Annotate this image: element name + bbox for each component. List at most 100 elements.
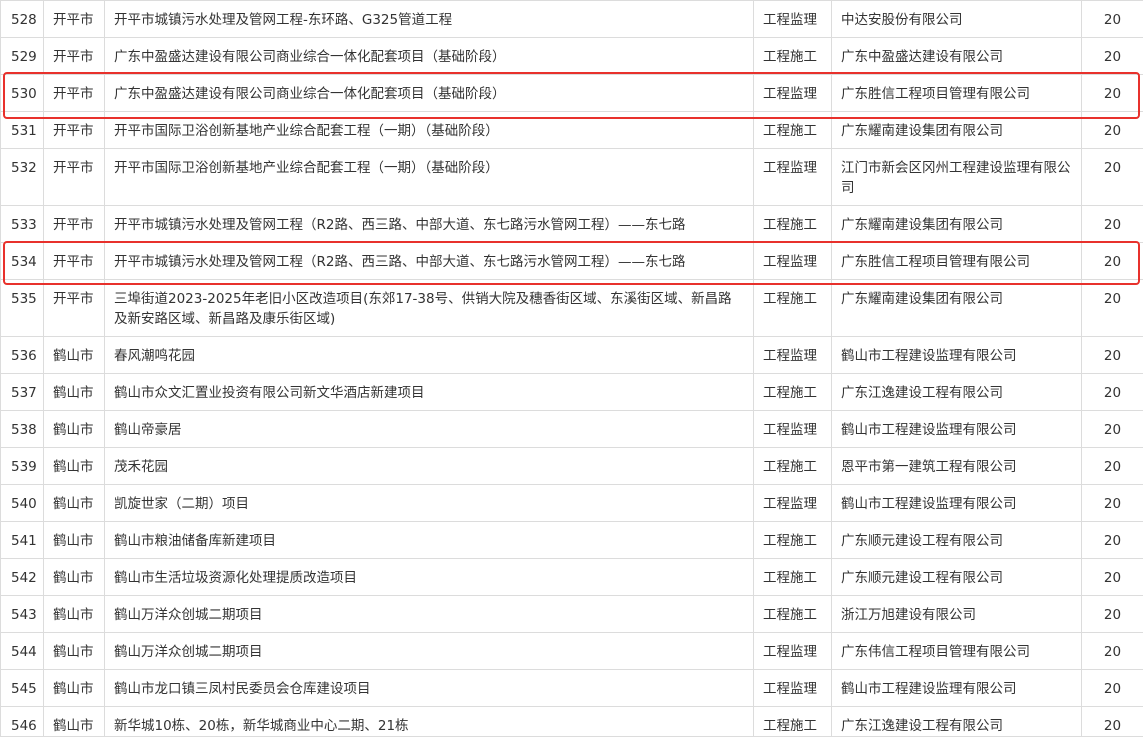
company-cell: 恩平市第一建筑工程有限公司 — [832, 448, 1082, 485]
score-cell: 20 — [1082, 243, 1143, 280]
company-cell: 广东耀南建设集团有限公司 — [832, 206, 1082, 243]
city-cell: 开平市 — [44, 112, 105, 149]
work-type-cell: 工程监理 — [754, 243, 832, 280]
score-cell: 20 — [1082, 411, 1143, 448]
score-cell: 20 — [1082, 38, 1143, 75]
work-type-cell: 工程监理 — [754, 1, 832, 38]
city-cell: 开平市 — [44, 243, 105, 280]
row-number-cell: 535 — [1, 280, 44, 337]
company-cell: 广东中盈盛达建设有限公司 — [832, 38, 1082, 75]
row-number-cell: 534 — [1, 243, 44, 280]
project-name-cell: 三埠街道2023-2025年老旧小区改造项目(东郊17-38号、供销大院及穗香街… — [105, 280, 754, 337]
company-cell: 广东伟信工程项目管理有限公司 — [832, 633, 1082, 670]
table-row: 539鹤山市茂禾花园工程施工恩平市第一建筑工程有限公司20 — [1, 448, 1143, 485]
row-number-cell: 543 — [1, 596, 44, 633]
row-number-cell: 545 — [1, 670, 44, 707]
score-cell: 20 — [1082, 670, 1143, 707]
table-row: 531开平市开平市国际卫浴创新基地产业综合配套工程（一期）（基础阶段）工程施工广… — [1, 112, 1143, 149]
city-cell: 开平市 — [44, 149, 105, 206]
work-type-cell: 工程施工 — [754, 38, 832, 75]
project-name-cell: 新华城10栋、20栋，新华城商业中心二期、21栋 — [105, 707, 754, 737]
row-number-cell: 540 — [1, 485, 44, 522]
city-cell: 鹤山市 — [44, 670, 105, 707]
project-name-cell: 春风潮鸣花园 — [105, 337, 754, 374]
project-name-cell: 鹤山市众文汇置业投资有限公司新文华酒店新建项目 — [105, 374, 754, 411]
row-number-cell: 530 — [1, 75, 44, 112]
work-type-cell: 工程施工 — [754, 707, 832, 737]
city-cell: 鹤山市 — [44, 596, 105, 633]
project-name-cell: 鹤山帝豪居 — [105, 411, 754, 448]
table-row: 535开平市三埠街道2023-2025年老旧小区改造项目(东郊17-38号、供销… — [1, 280, 1143, 337]
score-cell: 20 — [1082, 337, 1143, 374]
city-cell: 鹤山市 — [44, 411, 105, 448]
row-number-cell: 539 — [1, 448, 44, 485]
work-type-cell: 工程监理 — [754, 337, 832, 374]
table-row: 546鹤山市新华城10栋、20栋，新华城商业中心二期、21栋工程施工广东江逸建设… — [1, 707, 1143, 737]
row-number-cell: 529 — [1, 38, 44, 75]
row-number-cell: 541 — [1, 522, 44, 559]
work-type-cell: 工程施工 — [754, 374, 832, 411]
work-type-cell: 工程监理 — [754, 633, 832, 670]
project-name-cell: 广东中盈盛达建设有限公司商业综合一体化配套项目（基础阶段） — [105, 38, 754, 75]
table-row: 541鹤山市鹤山市粮油储备库新建项目工程施工广东顺元建设工程有限公司20 — [1, 522, 1143, 559]
city-cell: 鹤山市 — [44, 448, 105, 485]
work-type-cell: 工程监理 — [754, 670, 832, 707]
score-cell: 20 — [1082, 75, 1143, 112]
project-name-cell: 鹤山万洋众创城二期项目 — [105, 633, 754, 670]
city-cell: 鹤山市 — [44, 559, 105, 596]
score-cell: 20 — [1082, 596, 1143, 633]
company-cell: 鹤山市工程建设监理有限公司 — [832, 411, 1082, 448]
company-cell: 广东江逸建设工程有限公司 — [832, 374, 1082, 411]
table-row: 536鹤山市春风潮鸣花园工程监理鹤山市工程建设监理有限公司20 — [1, 337, 1143, 374]
records-table: 528开平市开平市城镇污水处理及管网工程-东环路、G325管道工程工程监理中达安… — [0, 0, 1143, 737]
table-row: 532开平市开平市国际卫浴创新基地产业综合配套工程（一期）（基础阶段）工程监理江… — [1, 149, 1143, 206]
row-number-cell: 531 — [1, 112, 44, 149]
company-cell: 广东顺元建设工程有限公司 — [832, 559, 1082, 596]
score-cell: 20 — [1082, 280, 1143, 337]
table-row: 537鹤山市鹤山市众文汇置业投资有限公司新文华酒店新建项目工程施工广东江逸建设工… — [1, 374, 1143, 411]
score-cell: 20 — [1082, 633, 1143, 670]
project-name-cell: 广东中盈盛达建设有限公司商业综合一体化配套项目（基础阶段） — [105, 75, 754, 112]
company-cell: 广东胜信工程项目管理有限公司 — [832, 75, 1082, 112]
work-type-cell: 工程监理 — [754, 149, 832, 206]
score-cell: 20 — [1082, 374, 1143, 411]
city-cell: 开平市 — [44, 38, 105, 75]
table-row: 542鹤山市鹤山市生活垃圾资源化处理提质改造项目工程施工广东顺元建设工程有限公司… — [1, 559, 1143, 596]
table-row: 543鹤山市鹤山万洋众创城二期项目工程施工浙江万旭建设有限公司20 — [1, 596, 1143, 633]
row-number-cell: 536 — [1, 337, 44, 374]
company-cell: 中达安股份有限公司 — [832, 1, 1082, 38]
company-cell: 广东顺元建设工程有限公司 — [832, 522, 1082, 559]
work-type-cell: 工程施工 — [754, 206, 832, 243]
table-row: 544鹤山市鹤山万洋众创城二期项目工程监理广东伟信工程项目管理有限公司20 — [1, 633, 1143, 670]
row-number-cell: 533 — [1, 206, 44, 243]
city-cell: 开平市 — [44, 280, 105, 337]
city-cell: 开平市 — [44, 75, 105, 112]
company-cell: 浙江万旭建设有限公司 — [832, 596, 1082, 633]
project-name-cell: 开平市国际卫浴创新基地产业综合配套工程（一期）（基础阶段） — [105, 112, 754, 149]
company-cell: 鹤山市工程建设监理有限公司 — [832, 337, 1082, 374]
score-cell: 20 — [1082, 1, 1143, 38]
score-cell: 20 — [1082, 485, 1143, 522]
project-name-cell: 凯旋世家（二期）项目 — [105, 485, 754, 522]
table-row: 545鹤山市鹤山市龙口镇三凤村民委员会仓库建设项目工程监理鹤山市工程建设监理有限… — [1, 670, 1143, 707]
work-type-cell: 工程监理 — [754, 75, 832, 112]
score-cell: 20 — [1082, 206, 1143, 243]
work-type-cell: 工程施工 — [754, 280, 832, 337]
score-cell: 20 — [1082, 149, 1143, 206]
work-type-cell: 工程监理 — [754, 485, 832, 522]
work-type-cell: 工程施工 — [754, 522, 832, 559]
table-row: 533开平市开平市城镇污水处理及管网工程（R2路、西三路、中部大道、东七路污水管… — [1, 206, 1143, 243]
table-row: 540鹤山市凯旋世家（二期）项目工程监理鹤山市工程建设监理有限公司20 — [1, 485, 1143, 522]
city-cell: 鹤山市 — [44, 522, 105, 559]
table-row: 529开平市广东中盈盛达建设有限公司商业综合一体化配套项目（基础阶段）工程施工广… — [1, 38, 1143, 75]
row-number-cell: 538 — [1, 411, 44, 448]
project-name-cell: 鹤山市龙口镇三凤村民委员会仓库建设项目 — [105, 670, 754, 707]
company-cell: 鹤山市工程建设监理有限公司 — [832, 485, 1082, 522]
company-cell: 广东耀南建设集团有限公司 — [832, 280, 1082, 337]
company-cell: 江门市新会区冈州工程建设监理有限公司 — [832, 149, 1082, 206]
city-cell: 鹤山市 — [44, 485, 105, 522]
row-number-cell: 546 — [1, 707, 44, 737]
score-cell: 20 — [1082, 112, 1143, 149]
city-cell: 开平市 — [44, 206, 105, 243]
score-cell: 20 — [1082, 448, 1143, 485]
